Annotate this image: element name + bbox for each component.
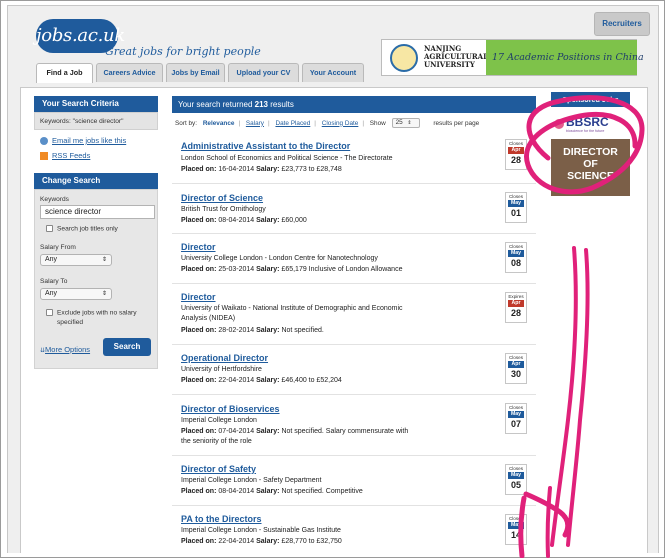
job-meta: Placed on: 16-04-2014 Salary: £23,773 to…	[181, 166, 342, 173]
sponsor-brand: BBSRC	[566, 115, 609, 129]
keywords-summary: Keywords: "science director"	[40, 118, 124, 125]
job-row: Operational Director University of Hertf…	[172, 344, 536, 394]
job-title-link[interactable]: Director	[181, 292, 216, 302]
closing-date-badge: Expires Apr 28	[505, 292, 527, 323]
tab-jobs-by-email[interactable]: Jobs by Email	[166, 63, 225, 82]
more-options-link[interactable]: More Options	[45, 345, 90, 354]
job-row: Director University of Waikato - Nationa…	[172, 283, 536, 344]
email-icon	[40, 137, 48, 146]
site-tagline: Great jobs for bright people	[105, 45, 261, 58]
rss-feeds-link[interactable]: RSS Feeds	[52, 151, 90, 160]
closing-date-badge: Closes May 07	[505, 403, 527, 434]
advert-banner[interactable]: NANJING AGRICULTURAL UNIVERSITY 17 Acade…	[381, 39, 644, 76]
job-title-link[interactable]: Operational Director	[181, 353, 268, 363]
job-meta: Placed on: 25-03-2014 Salary: £65,179 In…	[181, 266, 403, 273]
tab-your-account[interactable]: Your Account	[302, 63, 364, 82]
job-employer: British Trust for Ornithology	[181, 206, 266, 213]
salary-from-select[interactable]: Any ⇕	[40, 254, 112, 266]
tab-find-a-job[interactable]: Find a Job	[36, 63, 93, 83]
sponsor-brand-subtitle: bioscience for the future	[566, 129, 605, 133]
keywords-input[interactable]: science director	[40, 205, 155, 219]
select-arrows-icon: ⇕	[101, 291, 107, 297]
search-criteria-heading: Your Search Criteria	[34, 96, 158, 112]
change-search-heading: Change Search	[34, 173, 158, 189]
sponsored-ad-text: DIRECTOR OF SCIENCE	[563, 146, 618, 182]
per-page-select[interactable]: 25 ⇕	[391, 118, 420, 128]
email-alert-link[interactable]: Email me jobs like this	[52, 136, 126, 145]
job-meta: Placed on: 07-04-2014 Salary: Not specif…	[181, 428, 409, 435]
sponsored-jobs-heading: Sponsored Jobs	[551, 92, 630, 107]
job-meta: Placed on: 08-04-2014 Salary: £60,000	[181, 217, 307, 224]
closing-date-badge: Closes May 08	[505, 242, 527, 273]
job-row: Administrative Assistant to the Director…	[172, 133, 536, 183]
salary-to-label: Salary To	[40, 278, 68, 285]
salary-to-select[interactable]: Any ⇕	[40, 288, 112, 300]
job-title-link[interactable]: PA to the Directors	[181, 514, 262, 524]
job-row: Director University College London - Lon…	[172, 233, 536, 283]
job-title-link[interactable]: Administrative Assistant to the Director	[181, 141, 350, 151]
sort-relevance[interactable]: Relevance	[203, 120, 235, 127]
job-titles-only-label: Search job titles only	[57, 225, 118, 233]
job-title-link[interactable]: Director of Science	[181, 193, 263, 203]
sponsored-ad-bbsrc[interactable]: BBSRC bioscience for the future DIRECTOR…	[551, 113, 630, 196]
closing-date-badge: Closes Apr 28	[505, 139, 527, 170]
job-title-link[interactable]: Director of Bioservices	[181, 404, 280, 414]
tab-upload-cv[interactable]: Upload your CV	[228, 63, 299, 82]
results-heading: Your search returned 213 results	[172, 96, 536, 113]
closing-date-badge: Closes May 01	[505, 192, 527, 223]
job-title-link[interactable]: Director	[181, 242, 216, 252]
closing-date-badge: Closes Apr 30	[505, 353, 527, 384]
rss-icon	[40, 152, 48, 161]
closing-date-badge: Closes May 14	[505, 514, 527, 545]
job-employer: University of Waikato - National Institu…	[181, 305, 403, 312]
job-row: Director of Bioservices Imperial College…	[172, 394, 536, 455]
job-employer: Imperial College London - Sustainable Ga…	[181, 527, 341, 534]
recruiters-button[interactable]: Recruiters	[594, 12, 650, 36]
job-row: PA to the Directors Imperial College Lon…	[172, 505, 536, 553]
job-employer: University of Hertfordshire	[181, 366, 262, 373]
tab-careers-advice[interactable]: Careers Advice	[96, 63, 163, 82]
exclude-no-salary-label: Exclude jobs with no salary	[57, 309, 137, 317]
keywords-label: Keywords	[40, 196, 69, 203]
closing-date-badge: Closes May 05	[505, 464, 527, 495]
job-meta: Placed on: 28-02-2014 Salary: Not specif…	[181, 327, 324, 334]
job-employer: University College London - London Centr…	[181, 255, 378, 262]
sort-bar: Sort by: Relevance | Salary | Date Placed |…	[175, 118, 480, 128]
job-meta: Placed on: 22-04-2014 Salary: £46,400 to…	[181, 377, 342, 384]
banner-university-name: NANJING AGRICULTURAL UNIVERSITY	[424, 44, 489, 69]
sort-closing-date[interactable]: Closing Date	[322, 120, 359, 127]
job-title-link[interactable]: Director of Safety	[181, 464, 256, 474]
results-count: 213	[254, 100, 269, 109]
job-employer: Imperial College London - Safety Departm…	[181, 477, 322, 484]
sort-salary[interactable]: Salary	[246, 120, 264, 127]
salary-from-label: Salary From	[40, 244, 76, 251]
job-employer: Imperial College London	[181, 417, 257, 424]
job-row: Director of Safety Imperial College Lond…	[172, 455, 536, 505]
job-employer: London School of Economics and Political…	[181, 155, 393, 162]
job-meta: Placed on: 22-04-2014 Salary: £28,770 to…	[181, 538, 342, 545]
job-row: Director of Science British Trust for Or…	[172, 183, 536, 233]
sort-date-placed[interactable]: Date Placed	[275, 120, 310, 127]
bbsrc-logo-icon	[554, 119, 564, 129]
exclude-no-salary-checkbox[interactable]	[46, 309, 53, 316]
select-arrows-icon: ⇕	[101, 257, 107, 263]
search-button[interactable]: Search	[103, 338, 151, 356]
job-titles-only-checkbox[interactable]	[46, 225, 53, 232]
job-meta: Placed on: 08-04-2014 Salary: Not specif…	[181, 488, 363, 495]
banner-cta[interactable]: 17 Academic Positions in China	[486, 40, 644, 75]
university-seal-icon	[390, 44, 418, 72]
